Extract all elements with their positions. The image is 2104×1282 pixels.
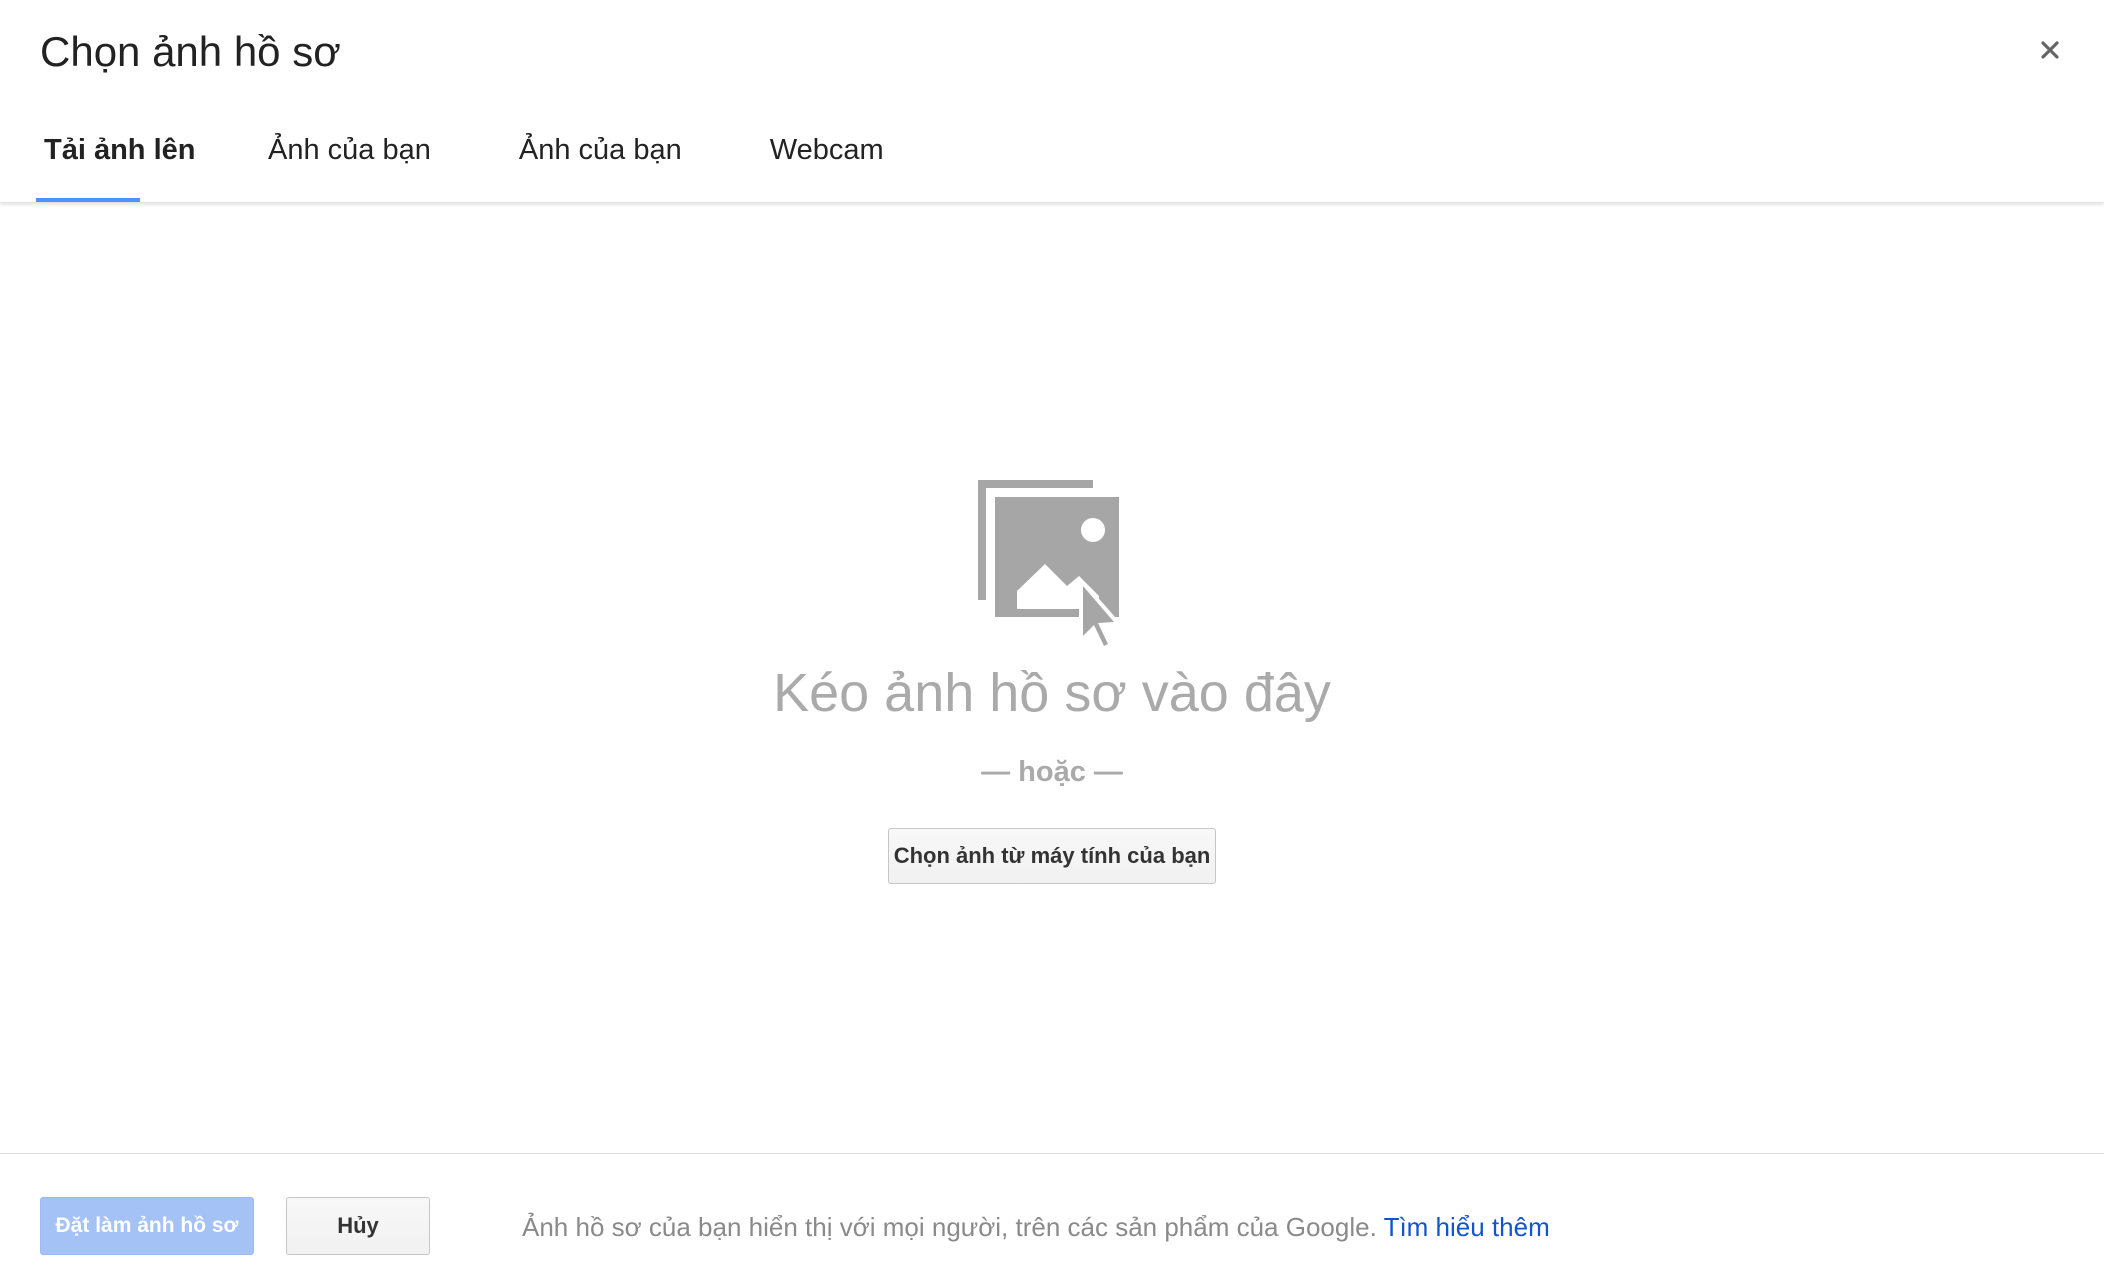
profile-photo-dialog: Chọn ảnh hồ sơ Tải ảnh lên Ảnh của bạn Ả… <box>0 0 2104 1282</box>
choose-from-computer-button[interactable]: Chọn ảnh từ máy tính của bạn <box>888 828 1216 884</box>
tab-your-photos-2[interactable]: Ảnh của bạn <box>519 118 682 202</box>
learn-more-link[interactable]: Tìm hiểu thêm <box>1384 1212 1550 1242</box>
close-icon <box>2040 40 2060 60</box>
set-profile-photo-button[interactable]: Đặt làm ảnh hồ sơ <box>40 1197 254 1255</box>
tab-upload[interactable]: Tải ảnh lên <box>36 118 195 202</box>
dialog-footer: Đặt làm ảnh hồ sơ Hủy Ảnh hồ sơ của bạn … <box>0 1153 2104 1282</box>
close-button[interactable] <box>2030 30 2070 70</box>
or-separator: — hoặc — <box>981 756 1123 788</box>
tab-your-photos[interactable]: Ảnh của bạn <box>268 118 431 202</box>
dropzone-title: Kéo ảnh hồ sơ vào đây <box>773 663 1331 723</box>
photo-dropzone[interactable]: Kéo ảnh hồ sơ vào đây — hoặc — Chọn ảnh … <box>0 203 2104 1153</box>
tab-webcam[interactable]: Webcam <box>770 118 884 202</box>
dialog-title: Chọn ảnh hồ sơ <box>40 28 341 75</box>
tab-your-photos-label: Ảnh của bạn <box>268 134 431 166</box>
dialog-header: Chọn ảnh hồ sơ Tải ảnh lên Ảnh của bạn Ả… <box>0 0 2104 203</box>
tab-webcam-label: Webcam <box>769 134 884 166</box>
tab-your-photos-2-label: Ảnh của bạn <box>518 134 682 166</box>
cancel-button[interactable]: Hủy <box>286 1197 430 1255</box>
tab-bar: Tải ảnh lên Ảnh của bạn Ảnh của bạn Webc… <box>36 118 884 202</box>
visibility-note-text: Ảnh hồ sơ của bạn hiển thị với mọi người… <box>522 1212 1384 1242</box>
visibility-note: Ảnh hồ sơ của bạn hiển thị với mọi người… <box>522 1210 1550 1244</box>
photo-drop-icon <box>975 476 1135 656</box>
tab-upload-label: Tải ảnh lên <box>44 134 196 166</box>
